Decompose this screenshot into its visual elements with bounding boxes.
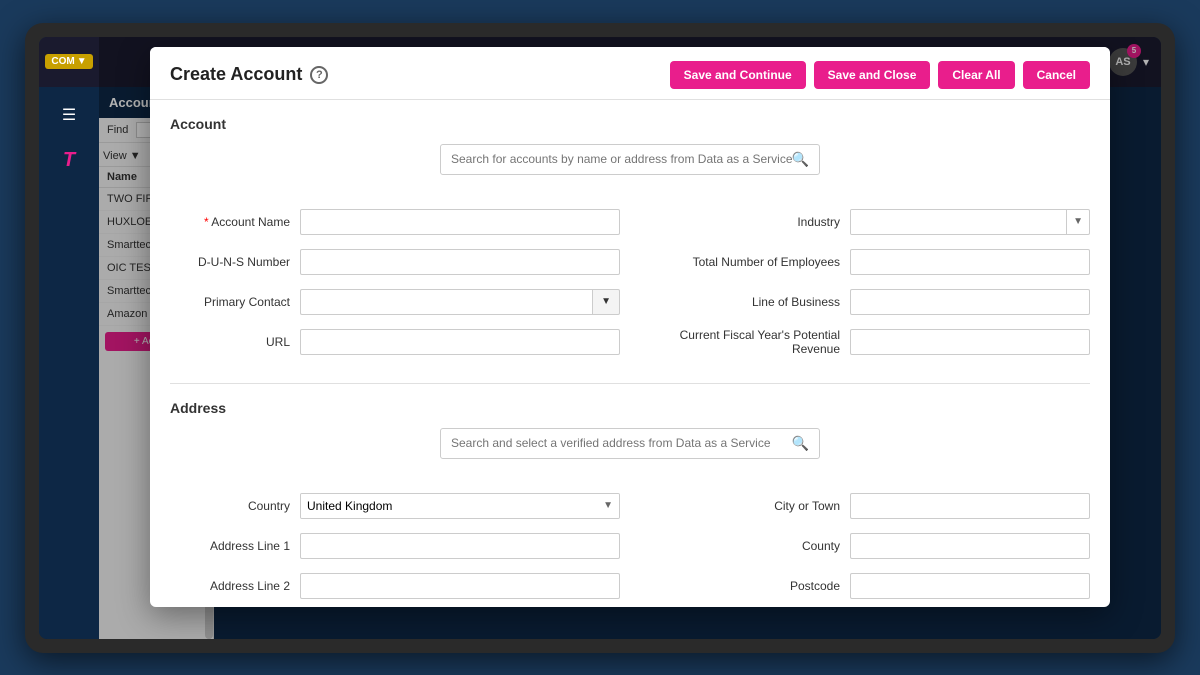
county-label: County bbox=[640, 539, 850, 553]
addr1-input[interactable] bbox=[300, 533, 620, 559]
app-logo: T bbox=[55, 141, 83, 180]
country-select[interactable]: United Kingdom United States Canada Aust… bbox=[301, 494, 619, 518]
sidebar-top: COM ▼ bbox=[39, 37, 99, 87]
country-row: Country United Kingdom United States Can… bbox=[170, 491, 620, 521]
modal-overlay: Create Account ? Save and Continue Save … bbox=[99, 87, 1161, 639]
postcode-input[interactable] bbox=[850, 573, 1090, 599]
primary-contact-label: Primary Contact bbox=[170, 295, 300, 309]
device-frame: COM ▼ ☰ T AS 5 ▾ bbox=[25, 23, 1175, 653]
line-of-business-row: Line of Business bbox=[640, 287, 1090, 317]
com-label: COM bbox=[51, 56, 74, 67]
address-section-title: Address bbox=[170, 400, 1090, 416]
content-area: Account Find Name View ▼ Name TWO FIRS H… bbox=[99, 87, 1161, 639]
account-right-col: Industry Agriculture Technology Finance bbox=[640, 207, 1090, 367]
modal-header: Create Account ? Save and Continue Save … bbox=[150, 87, 1110, 100]
city-row: City or Town bbox=[640, 491, 1090, 521]
primary-contact-dropdown-btn[interactable]: ▼ bbox=[592, 289, 620, 315]
account-search-input[interactable] bbox=[451, 152, 792, 166]
url-row: URL bbox=[170, 327, 620, 357]
address-form-grid: Country United Kingdom United States Can… bbox=[170, 491, 1090, 607]
address-search-icon: 🔍 bbox=[792, 435, 809, 452]
save-continue-button[interactable]: Save and Continue bbox=[670, 87, 806, 89]
postcode-label: Postcode bbox=[640, 579, 850, 593]
address-search-input[interactable] bbox=[451, 436, 792, 450]
account-name-input[interactable] bbox=[300, 209, 620, 235]
create-account-modal: Create Account ? Save and Continue Save … bbox=[150, 87, 1110, 607]
address-search-bar: 🔍 bbox=[440, 428, 820, 459]
country-select-wrapper: United Kingdom United States Canada Aust… bbox=[300, 493, 620, 519]
modal-body: Account 🔍 bbox=[150, 100, 1110, 607]
line-of-business-input[interactable] bbox=[850, 289, 1090, 315]
addr1-label: Address Line 1 bbox=[170, 539, 300, 553]
com-arrow: ▼ bbox=[77, 56, 87, 67]
address-right-col: City or Town County bbox=[640, 491, 1090, 607]
url-label: URL bbox=[170, 335, 300, 349]
screen: COM ▼ ☰ T AS 5 ▾ bbox=[39, 37, 1161, 639]
county-input[interactable] bbox=[850, 533, 1090, 559]
account-form-grid: Account Name D-U-N-S Number bbox=[170, 207, 1090, 367]
sidebar: COM ▼ ☰ T bbox=[39, 37, 99, 639]
county-row: County bbox=[640, 531, 1090, 561]
line-of-business-label: Line of Business bbox=[640, 295, 850, 309]
country-label: Country bbox=[170, 499, 300, 513]
search-icon: 🔍 bbox=[792, 151, 809, 168]
com-dropdown[interactable]: COM ▼ bbox=[45, 54, 92, 69]
addr2-row: Address Line 2 bbox=[170, 571, 620, 601]
addr2-input[interactable] bbox=[300, 573, 620, 599]
section-divider bbox=[170, 383, 1090, 384]
revenue-label: Current Fiscal Year's Potential Revenue bbox=[640, 328, 850, 356]
modal-actions: Save and Continue Save and Close Clear A… bbox=[670, 87, 1090, 89]
duns-row: D-U-N-S Number bbox=[170, 247, 620, 277]
clear-all-button[interactable]: Clear All bbox=[938, 87, 1014, 89]
primary-contact-input[interactable] bbox=[300, 289, 592, 315]
account-section-title: Account bbox=[170, 116, 1090, 132]
duns-input[interactable] bbox=[300, 249, 620, 275]
industry-label: Industry bbox=[640, 215, 850, 229]
city-input[interactable] bbox=[850, 493, 1090, 519]
address-left-col: Country United Kingdom United States Can… bbox=[170, 491, 620, 607]
addr1-row: Address Line 1 bbox=[170, 531, 620, 561]
account-name-row: Account Name bbox=[170, 207, 620, 237]
account-left-col: Account Name D-U-N-S Number bbox=[170, 207, 620, 367]
industry-select[interactable]: Agriculture Technology Finance Healthcar… bbox=[851, 210, 1066, 234]
duns-label: D-U-N-S Number bbox=[170, 255, 300, 269]
employees-label: Total Number of Employees bbox=[640, 255, 850, 269]
primary-contact-wrapper: ▼ bbox=[300, 289, 620, 315]
revenue-row: Current Fiscal Year's Potential Revenue bbox=[640, 327, 1090, 357]
url-input[interactable] bbox=[300, 329, 620, 355]
cancel-button[interactable]: Cancel bbox=[1023, 87, 1090, 89]
primary-contact-row: Primary Contact ▼ bbox=[170, 287, 620, 317]
addr2-label: Address Line 2 bbox=[170, 579, 300, 593]
postcode-row: Postcode bbox=[640, 571, 1090, 601]
main-content: AS 5 ▾ Account Find Name bbox=[99, 37, 1161, 639]
account-name-label: Account Name bbox=[170, 215, 300, 229]
save-close-button[interactable]: Save and Close bbox=[814, 87, 931, 89]
employees-input[interactable] bbox=[850, 249, 1090, 275]
industry-chevron: ▼ bbox=[1066, 210, 1089, 234]
employees-row: Total Number of Employees bbox=[640, 247, 1090, 277]
revenue-input[interactable] bbox=[850, 329, 1090, 355]
city-label: City or Town bbox=[640, 499, 850, 513]
industry-select-wrapper: Agriculture Technology Finance Healthcar… bbox=[850, 209, 1090, 235]
account-search-bar: 🔍 bbox=[440, 144, 820, 175]
hamburger-icon[interactable]: ☰ bbox=[54, 97, 84, 133]
industry-row: Industry Agriculture Technology Finance bbox=[640, 207, 1090, 237]
sidebar-nav: ☰ T bbox=[54, 87, 84, 190]
